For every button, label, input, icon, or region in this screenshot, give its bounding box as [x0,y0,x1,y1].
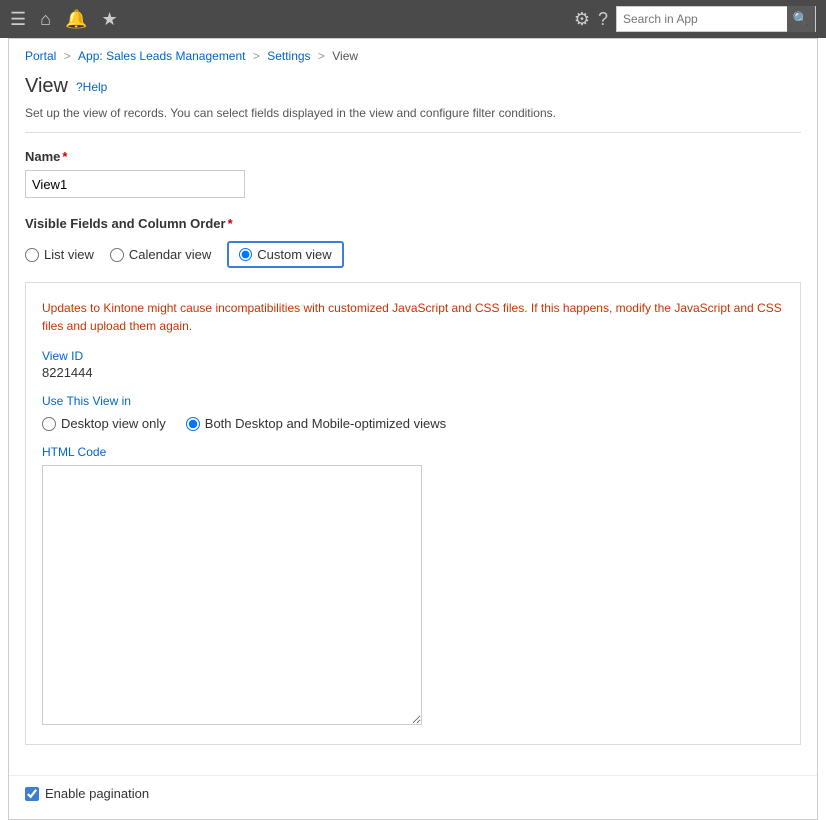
both-desktop-mobile-radio[interactable] [186,417,200,431]
both-desktop-mobile-option[interactable]: Both Desktop and Mobile-optimized views [186,416,446,431]
home-icon[interactable]: ⌂ [40,9,51,30]
help-link[interactable]: ?Help [76,80,107,94]
topbar: ☰ ⌂ 🔔 ★ ⚙ ? 🔍 [0,0,826,38]
html-code-textarea[interactable] [42,465,422,725]
desktop-only-option[interactable]: Desktop view only [42,416,166,431]
visible-fields-required-star: * [228,216,233,231]
breadcrumb-current: View [332,49,358,63]
name-field-group: Name* [25,149,801,198]
custom-view-option[interactable]: Custom view [227,241,343,268]
breadcrumb-sep2: > [253,49,263,63]
list-view-option[interactable]: List view [25,247,94,262]
bell-icon[interactable]: 🔔 [65,9,87,30]
topbar-right: ⚙ ? 🔍 [574,6,816,32]
desktop-only-label: Desktop view only [61,416,166,431]
topbar-left: ☰ ⌂ 🔔 ★ [10,9,118,30]
custom-view-label-text: Custom view [257,247,331,262]
custom-view-radio[interactable] [239,248,252,261]
breadcrumb-settings[interactable]: Settings [267,49,310,63]
search-input[interactable] [617,7,787,31]
visible-fields-title: Visible Fields and Column Order* [25,216,801,231]
breadcrumb-portal[interactable]: Portal [25,49,56,63]
html-code-label: HTML Code [42,445,784,459]
list-view-radio[interactable] [25,248,39,262]
pagination-checkbox[interactable] [25,787,39,801]
menu-icon[interactable]: ☰ [10,9,26,30]
breadcrumb-sep3: > [318,49,328,63]
calendar-view-label: Calendar view [129,247,211,262]
custom-view-panel: Updates to Kintone might cause incompati… [25,282,801,745]
breadcrumb-sep1: > [64,49,74,63]
help-icon[interactable]: ? [598,9,608,30]
list-view-label: List view [44,247,94,262]
breadcrumb-app[interactable]: App: Sales Leads Management [78,49,245,63]
name-required-star: * [62,149,67,164]
page-wrapper: Portal > App: Sales Leads Management > S… [8,38,818,820]
page-title-area: View ?Help [9,69,817,102]
use-view-radio-group: Desktop view only Both Desktop and Mobil… [42,416,784,431]
use-view-label: Use This View in [42,394,784,408]
page-title: View [25,75,68,98]
desktop-only-radio[interactable] [42,417,56,431]
form-area: Name* Visible Fields and Column Order* L… [9,133,817,761]
page-description: Set up the view of records. You can sele… [9,102,817,132]
pagination-label: Enable pagination [45,786,149,801]
pagination-area: Enable pagination [9,775,817,811]
calendar-view-option[interactable]: Calendar view [110,247,211,262]
name-label: Name* [25,149,801,164]
gear-icon[interactable]: ⚙ [574,9,590,30]
view-id-value: 8221444 [42,365,784,380]
star-icon[interactable]: ★ [101,9,117,30]
view-type-radio-group: List view Calendar view Custom view [25,241,801,268]
warning-message: Updates to Kintone might cause incompati… [42,299,784,335]
breadcrumb: Portal > App: Sales Leads Management > S… [9,39,817,69]
view-id-label: View ID [42,349,784,363]
name-input[interactable] [25,170,245,198]
search-button[interactable]: 🔍 [787,6,815,32]
both-desktop-mobile-label: Both Desktop and Mobile-optimized views [205,416,446,431]
calendar-view-radio[interactable] [110,248,124,262]
search-bar: 🔍 [616,6,816,32]
